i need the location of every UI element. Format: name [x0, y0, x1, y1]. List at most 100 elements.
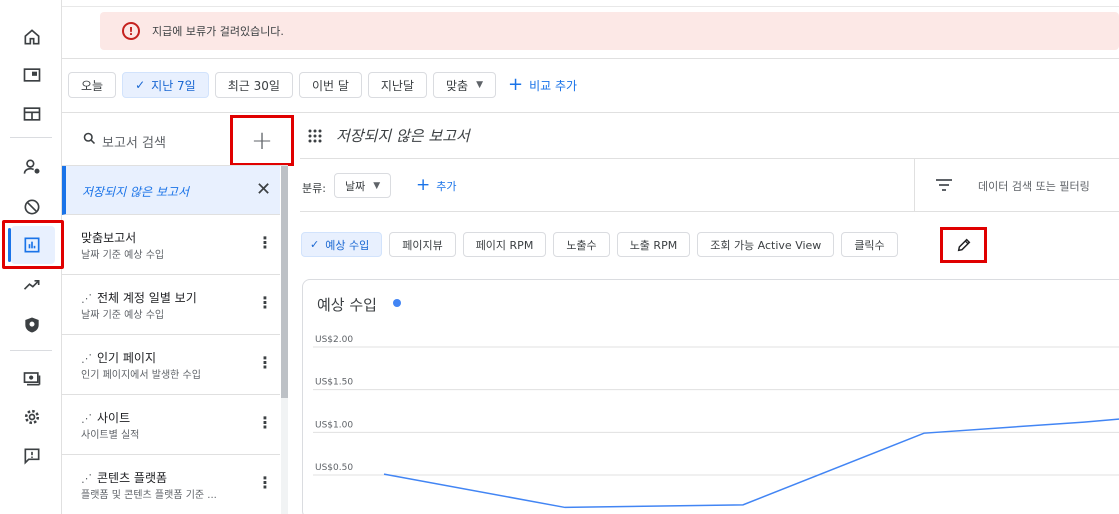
metric-label: 페이지 RPM — [475, 238, 534, 252]
sparkle-icon: ⋰ — [81, 292, 92, 305]
reports-highlight-box — [2, 220, 64, 269]
list-item-unsaved-report[interactable]: 저장되지 않은 보고서 ✕ — [62, 166, 280, 215]
add-comparison-label: 비교 추가 — [529, 78, 578, 93]
error-circle-icon: ! — [122, 22, 140, 40]
report-subtitle: 사이트별 실적 — [81, 430, 140, 441]
sparkle-icon: ⋰ — [81, 472, 92, 485]
more-vert-icon[interactable]: ⋮ — [257, 355, 273, 371]
report-subtitle: 날짜 기준 예상 수입 — [81, 310, 165, 321]
breakdown-bar: 분류: 날짜 ▼ + 추가 데이터 검색 또는 필터링 — [300, 159, 1119, 211]
dimension-value: 날짜 — [345, 179, 366, 193]
more-vert-icon[interactable]: ⋮ — [257, 475, 273, 491]
plus-icon: + — [416, 175, 431, 195]
chip-this-month[interactable]: 이번 달 — [298, 72, 362, 98]
y-tick-label: US$1.00 — [315, 420, 353, 430]
sparkle-icon: ⋰ — [81, 352, 92, 365]
plus-icon: + — [508, 74, 524, 95]
date-range-chips: 오늘 ✓ 지난 7일 최근 30일 이번 달 지난달 맞춤 ▼ + 비교 추가 — [68, 72, 577, 98]
add-dimension-button[interactable]: + 추가 — [416, 177, 457, 194]
chip-last-30-days[interactable]: 최근 30일 — [214, 72, 293, 98]
chip-label: 지난달 — [380, 78, 415, 93]
filter-input[interactable]: 데이터 검색 또는 필터링 — [978, 178, 1090, 194]
chip-today[interactable]: 오늘 — [68, 72, 117, 98]
rail-divider — [10, 137, 52, 138]
add-comparison-button[interactable]: + 비교 추가 — [508, 76, 577, 94]
more-vert-icon[interactable]: ⋮ — [257, 235, 273, 251]
report-subtitle: 날짜 기준 예상 수입 — [81, 250, 165, 261]
metric-label: 노출수 — [566, 238, 597, 252]
chip-label: 오늘 — [81, 78, 104, 93]
feedback-icon[interactable] — [20, 444, 44, 468]
scrollbar-thumb[interactable] — [281, 166, 288, 398]
apps-grid-icon[interactable] — [308, 129, 322, 143]
chart-card: 예상 수입 US$2.00 US$1.50 US$1.00 US$0.50 — [302, 279, 1119, 514]
y-tick-label: US$2.00 — [315, 335, 353, 345]
metric-page-views[interactable]: 페이지뷰 — [389, 232, 456, 257]
caret-down-icon: ▼ — [476, 80, 484, 90]
home-icon[interactable] — [20, 25, 44, 49]
payments-icon[interactable] — [20, 366, 44, 390]
metric-label: 클릭수 — [854, 238, 885, 252]
report-title: 전체 계정 일별 보기 — [97, 291, 197, 305]
chip-label: 지난 7일 — [151, 78, 196, 93]
sites-icon[interactable] — [20, 102, 44, 126]
more-vert-icon[interactable]: ⋮ — [257, 295, 273, 311]
top-divider — [62, 6, 1119, 7]
search-placeholder: 보고서 검색 — [102, 136, 166, 151]
metric-label: 예상 수입 — [325, 238, 370, 252]
series-line — [383, 418, 1119, 509]
metric-page-rpm[interactable]: 페이지 RPM — [462, 232, 547, 257]
chip-last-month[interactable]: 지난달 — [367, 72, 428, 98]
list-item-account-daily[interactable]: ⋰ 전체 계정 일별 보기 날짜 기준 예상 수입 ⋮ — [62, 275, 280, 335]
report-subtitle: 인기 페이지에서 발생한 수입 — [81, 370, 201, 381]
policy-icon[interactable] — [20, 313, 44, 337]
filter-icon[interactable] — [936, 179, 952, 191]
metric-label: 조회 가능 Active View — [710, 238, 822, 252]
list-item-top-pages[interactable]: ⋰ 인기 페이지 인기 페이지에서 발생한 수입 ⋮ — [62, 335, 280, 395]
divider — [300, 211, 1119, 212]
chip-label: 이번 달 — [311, 78, 349, 93]
caret-down-icon: ▼ — [373, 180, 381, 191]
pencil-icon — [957, 238, 970, 252]
line-chart: US$2.00 US$1.50 US$1.00 US$0.50 — [313, 335, 1119, 509]
ad-unit-icon[interactable] — [20, 63, 44, 87]
report-title: 저장되지 않은 보고서 — [82, 185, 189, 199]
metric-impression-rpm[interactable]: 노출 RPM — [616, 232, 691, 257]
divider — [914, 159, 915, 211]
sparkle-icon: ⋰ — [81, 412, 92, 425]
privacy-messaging-icon[interactable] — [20, 155, 44, 179]
close-icon[interactable]: ✕ — [256, 179, 271, 200]
optimization-icon[interactable] — [20, 273, 44, 297]
list-item-sites[interactable]: ⋰ 사이트 사이트별 실적 ⋮ — [62, 395, 280, 455]
metric-clicks[interactable]: 클릭수 — [841, 232, 898, 257]
more-vert-icon[interactable]: ⋮ — [257, 415, 273, 431]
new-report-button[interactable]: + — [230, 115, 294, 166]
add-dimension-label: 추가 — [436, 179, 457, 193]
check-icon: ✓ — [310, 238, 320, 251]
settings-icon[interactable] — [20, 405, 44, 429]
rail-divider — [10, 350, 52, 351]
report-title: 인기 페이지 — [97, 351, 157, 365]
metric-active-view-viewable[interactable]: 조회 가능 Active View — [697, 232, 835, 257]
list-item-content-platform[interactable]: ⋰ 콘텐츠 플랫폼 플랫폼 및 콘텐츠 플랫폼 기준 ... ⋮ — [62, 455, 280, 514]
metric-estimated-earnings[interactable]: ✓ 예상 수입 — [301, 232, 383, 257]
divider — [62, 58, 1119, 59]
chip-custom[interactable]: 맞춤 ▼ — [433, 72, 497, 98]
breakdown-dimension-select[interactable]: 날짜 ▼ — [334, 173, 392, 198]
edit-metrics-button[interactable] — [940, 227, 987, 263]
report-title: 콘텐츠 플랫폼 — [97, 471, 168, 485]
report-title: 사이트 — [97, 411, 131, 425]
payment-hold-alert: ! 지급에 보류가 걸려있습니다. — [100, 12, 1119, 50]
chip-last-7-days[interactable]: ✓ 지난 7일 — [122, 72, 209, 98]
navigation-rail — [0, 0, 64, 514]
report-header: 저장되지 않은 보고서 — [300, 113, 1119, 158]
y-tick-label: US$1.50 — [315, 378, 353, 388]
list-item-custom-report[interactable]: 맞춤보고서 날짜 기준 예상 수입 ⋮ — [62, 215, 280, 275]
search-icon — [83, 132, 96, 145]
metric-impressions[interactable]: 노출수 — [553, 232, 610, 257]
metric-label: 페이지뷰 — [402, 238, 443, 252]
block-icon[interactable] — [20, 195, 44, 219]
breakdown-label: 분류: — [302, 182, 326, 195]
metric-label: 노출 RPM — [629, 238, 678, 252]
y-tick-label: US$0.50 — [315, 463, 353, 473]
